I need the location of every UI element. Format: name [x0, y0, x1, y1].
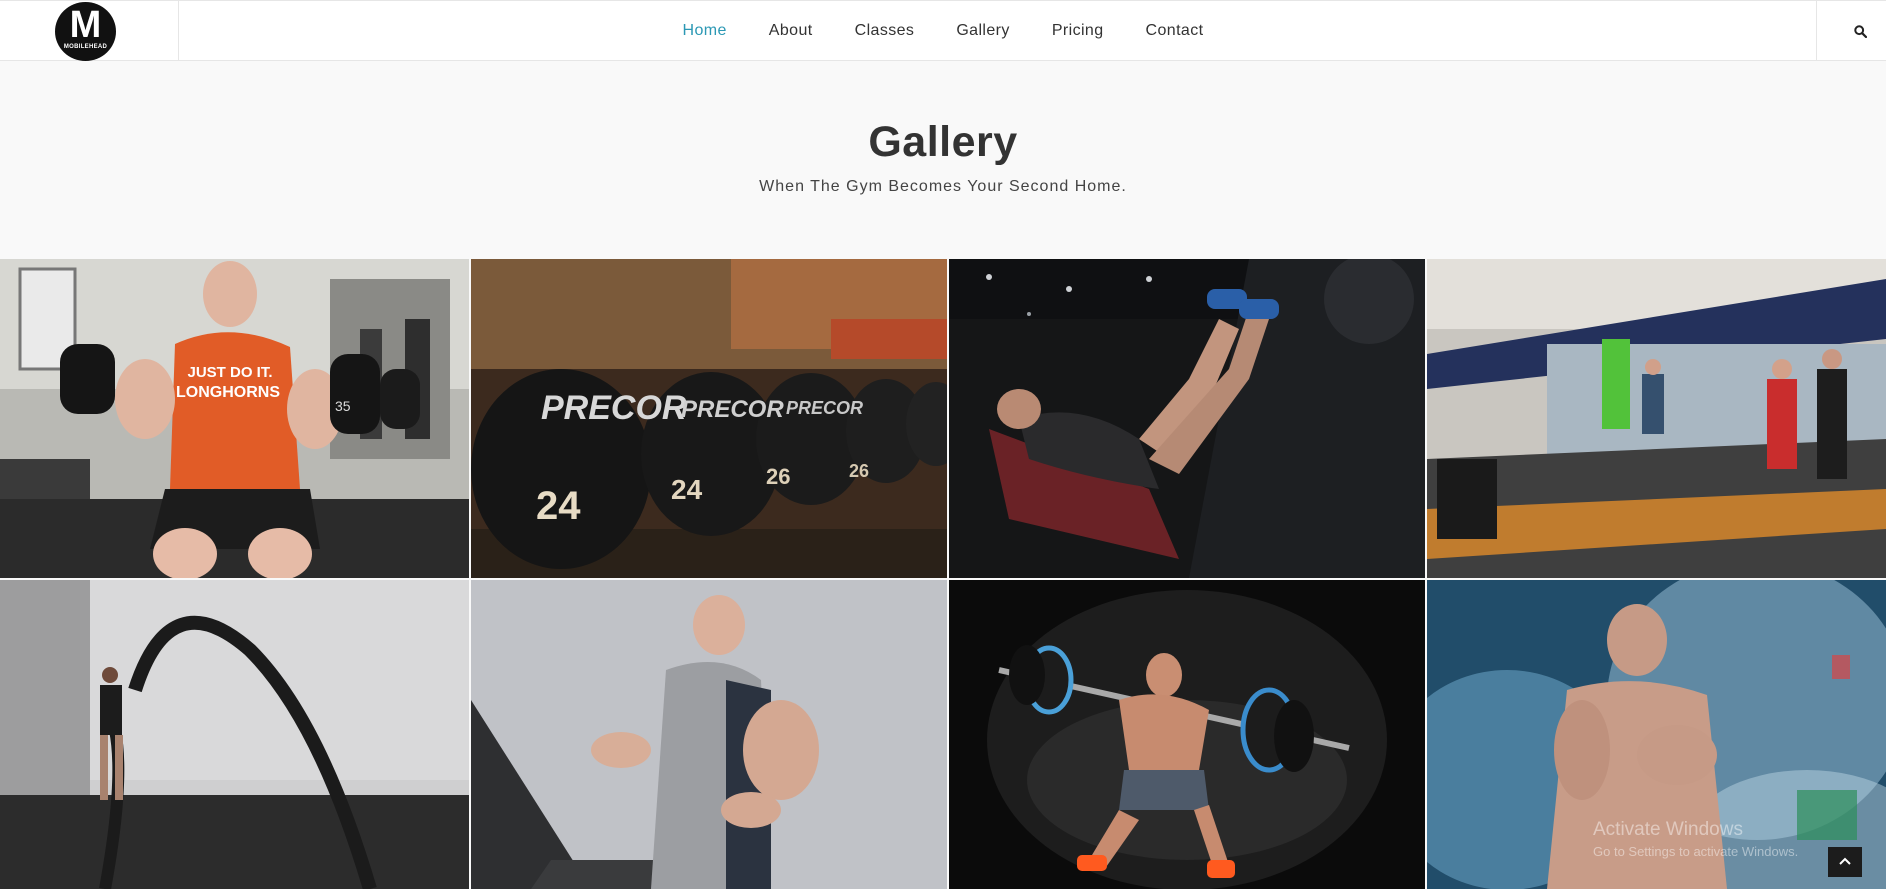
gallery-image-chalk-dust[interactable] — [1427, 580, 1886, 889]
gallery-image-treadmill-runner[interactable] — [471, 580, 947, 889]
page-subtitle: When The Gym Becomes Your Second Home. — [759, 178, 1127, 195]
gallery-image-treadmills[interactable] — [1427, 259, 1886, 578]
weight-label-1: 24 — [536, 484, 581, 528]
weight-label-3: 26 — [766, 464, 790, 489]
logo-letter: M — [69, 4, 102, 46]
nav-classes[interactable]: Classes — [855, 22, 915, 40]
navbar: M MOBILEHEAD Home About Classes Gallery … — [0, 0, 1886, 61]
brand-text-2: PRECOR — [681, 396, 784, 423]
gallery-image-dumbbell-curl[interactable]: JUST DO IT. LONGHORNS 35 — [0, 259, 469, 578]
dumbbell-weight-label: 35 — [335, 398, 351, 414]
gallery-image-barbell-squat[interactable] — [949, 580, 1425, 889]
scroll-to-top-button[interactable] — [1828, 847, 1862, 877]
brand-text-1: PRECOR — [541, 389, 687, 427]
gallery-image-precor-dumbbells[interactable]: PRECOR PRECOR PRECOR 24 24 26 26 — [471, 259, 947, 578]
gallery-grid: JUST DO IT. LONGHORNS 35 PRECOR PRECOR P… — [0, 259, 1886, 889]
search-button[interactable] — [1816, 1, 1886, 61]
shirt-text-line2: LONGHORNS — [176, 384, 280, 401]
nav-gallery[interactable]: Gallery — [956, 22, 1009, 40]
os-activation-subtitle: Go to Settings to activate Windows. — [1593, 844, 1799, 859]
nav-pricing[interactable]: Pricing — [1052, 22, 1104, 40]
brand-logo[interactable]: M MOBILEHEAD — [55, 2, 116, 61]
gallery-image-battle-ropes[interactable] — [0, 580, 469, 889]
nav-contact[interactable]: Contact — [1146, 22, 1204, 40]
page-title: Gallery — [868, 118, 1018, 166]
nav-home[interactable]: Home — [683, 22, 727, 40]
weight-label-2: 24 — [671, 474, 703, 505]
search-icon — [1854, 25, 1867, 38]
logo-container[interactable]: M MOBILEHEAD — [0, 1, 179, 61]
main-nav: Home About Classes Gallery Pricing Conta… — [0, 1, 1886, 61]
shirt-text-line1: JUST DO IT. — [187, 364, 272, 381]
brand-text-3: PRECOR — [786, 398, 863, 418]
chevron-up-icon — [1839, 857, 1851, 865]
gallery-image-leg-press[interactable] — [949, 259, 1425, 578]
nav-about[interactable]: About — [769, 22, 813, 40]
weight-label-4: 26 — [849, 461, 869, 481]
logo-caption: MOBILEHEAD — [63, 44, 108, 50]
os-activation-title: Activate Windows — [1593, 819, 1743, 840]
page-header: Gallery When The Gym Becomes Your Second… — [0, 61, 1886, 259]
